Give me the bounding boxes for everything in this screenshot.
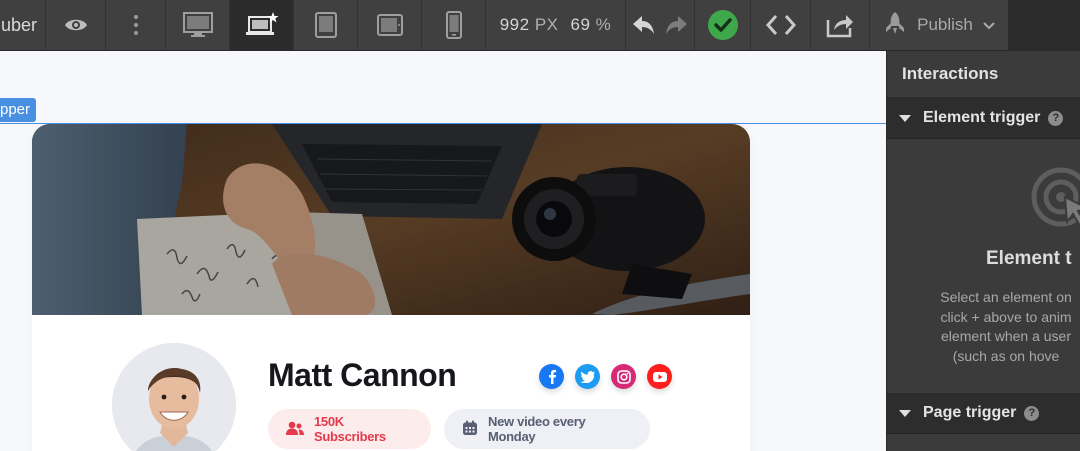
zoom-value: 69: [570, 15, 591, 34]
social-links: [539, 364, 672, 389]
youtube-icon[interactable]: [647, 364, 672, 389]
calendar-icon: [462, 420, 478, 439]
share-button[interactable]: [811, 0, 870, 50]
code-icon: [765, 14, 796, 36]
subscribers-badge: 150K Subscribers: [268, 409, 431, 449]
cursor-target-icon: [1031, 167, 1080, 232]
more-menu-button[interactable]: [106, 0, 166, 50]
preview-button[interactable]: [46, 0, 106, 50]
avatar: [112, 343, 236, 451]
top-toolbar: uber 992 PX 69 % Publish: [0, 0, 1080, 51]
designer-canvas[interactable]: pper Matt Cannon 150K Subscribers New vi…: [0, 51, 886, 451]
breakpoint-laptop-button[interactable]: [230, 0, 294, 50]
twitter-icon[interactable]: [575, 364, 600, 389]
redo-icon[interactable]: [664, 15, 688, 35]
breakpoint-landscape-button[interactable]: [358, 0, 422, 50]
desktop-icon: [182, 12, 213, 38]
upload-schedule-badge: New video every Monday: [444, 409, 650, 449]
profile-card[interactable]: Matt Cannon 150K Subscribers New video e…: [32, 124, 750, 451]
breakpoint-phone-button[interactable]: [422, 0, 486, 50]
check-circle-icon: [707, 9, 739, 41]
subscribers-count: 150K Subscribers: [314, 414, 386, 444]
width-unit: PX: [534, 15, 559, 34]
rocket-icon: [883, 11, 907, 40]
page-trigger-label: Page trigger: [923, 404, 1017, 421]
save-status-button[interactable]: [695, 0, 751, 50]
chevron-down-icon: [983, 15, 995, 35]
more-vertical-icon: [133, 14, 139, 36]
code-export-button[interactable]: [751, 0, 811, 50]
toolbar-spacer: [1008, 0, 1080, 50]
empty-state-title: Element t: [986, 248, 1072, 269]
help-icon[interactable]: ?: [1048, 110, 1064, 126]
tablet-icon: [314, 12, 337, 38]
site-name[interactable]: uber: [0, 0, 46, 50]
element-trigger-header[interactable]: Element trigger ?: [887, 98, 1080, 139]
width-value: 992: [499, 15, 530, 34]
facebook-icon[interactable]: [539, 364, 564, 389]
canvas-size-readout: 992 PX 69 %: [486, 0, 626, 50]
panel-title: Interactions: [887, 51, 1080, 98]
tablet-landscape-icon: [376, 14, 403, 36]
help-icon[interactable]: ?: [1024, 405, 1040, 421]
page-trigger-body: [887, 434, 1080, 451]
instagram-icon[interactable]: [611, 364, 636, 389]
breakpoint-desktop-button[interactable]: [166, 0, 230, 50]
export-icon: [826, 12, 854, 38]
publish-button[interactable]: Publish: [870, 0, 1008, 50]
banner-image: [32, 124, 750, 315]
zoom-unit: %: [595, 15, 612, 34]
selected-element-label[interactable]: pper: [0, 98, 37, 122]
element-trigger-empty-state: Element t Select an element on click + a…: [887, 139, 1080, 393]
publish-label: Publish: [917, 15, 973, 34]
breakpoint-tablet-button[interactable]: [294, 0, 358, 50]
phone-icon: [445, 11, 462, 39]
eye-icon: [64, 17, 88, 33]
upload-schedule: New video every Monday: [488, 414, 586, 444]
caret-down-icon: [899, 409, 911, 417]
empty-state-description: Select an element on click + above to an…: [940, 289, 1072, 364]
caret-down-icon: [899, 114, 911, 122]
undo-icon[interactable]: [632, 15, 656, 35]
page-trigger-header[interactable]: Page trigger ?: [887, 393, 1080, 434]
users-icon: [286, 421, 304, 438]
history-controls: [626, 0, 695, 50]
element-trigger-label: Element trigger: [923, 109, 1041, 126]
laptop-star-icon: [245, 12, 279, 38]
interactions-panel: Interactions Element trigger ? Element t…: [886, 51, 1080, 451]
creator-name: Matt Cannon: [268, 357, 457, 393]
